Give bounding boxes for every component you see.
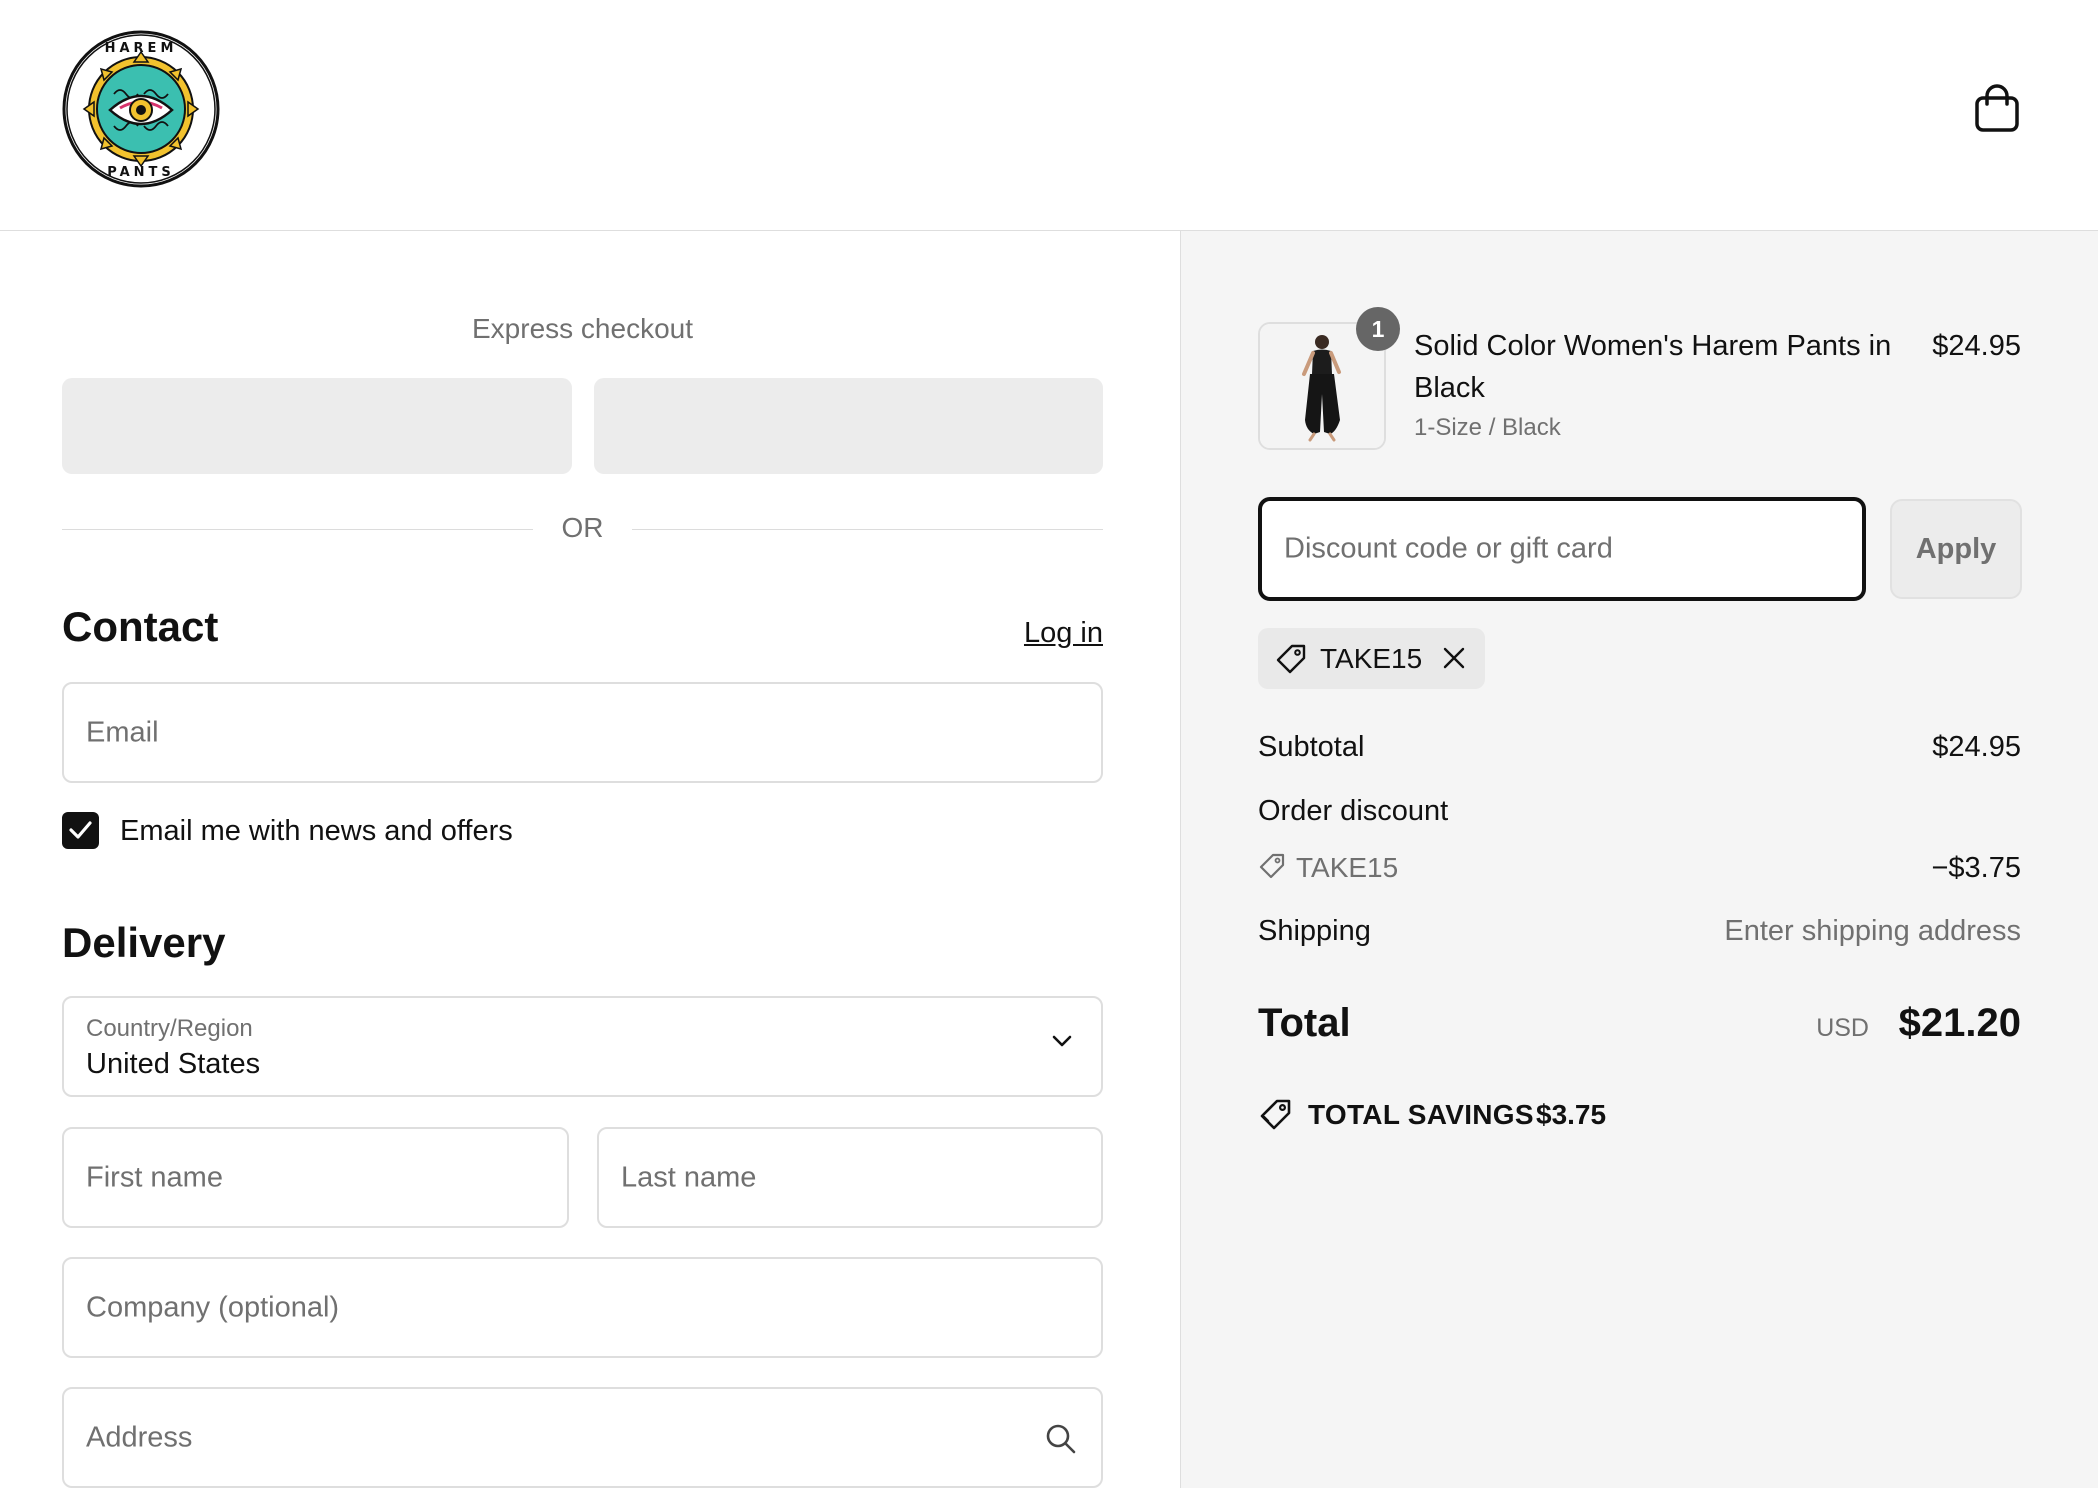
discount-placeholder: Discount code or gift card [1284,532,1613,565]
chevron-down-icon [1052,1035,1072,1047]
contact-title: Contact [62,603,219,650]
logo-text-top: HAREM [105,41,178,56]
shopping-bag-icon [1975,84,2019,132]
product-price: $24.95 [1932,330,2021,362]
country-value: United States [86,1048,261,1080]
address-field[interactable]: Address [62,1387,1103,1488]
email-field[interactable]: Email [62,682,1103,783]
discount-code-label: TAKE15 [1296,852,1399,883]
or-divider-text: OR [561,512,604,543]
order-summary: 1 Solid Color Women's Harem Pants in Bla… [1180,231,2098,1488]
search-icon [1046,1424,1076,1454]
savings-tag-icon [1260,1099,1291,1130]
checkout-form: Express checkout OR Contact Log in Email… [0,231,1180,1488]
tag-icon [1259,853,1285,879]
subtotal-value: $24.95 [1932,731,2021,763]
discount-value: −$3.75 [1931,852,2021,884]
address-placeholder: Address [86,1421,193,1453]
company-placeholder: Company (optional) [86,1291,340,1323]
harem-pants-logo-icon: HAREM PANTS [62,30,220,188]
newsletter-checkbox[interactable] [62,812,99,849]
order-discount-label: Order discount [1258,795,1449,827]
total-currency: USD [1816,1014,1869,1042]
last-name-placeholder: Last name [621,1161,757,1193]
country-label: Country/Region [86,1015,253,1042]
checkout-page: HAREM PANTS Express checkout OR Contact … [0,0,2098,1488]
express-checkout-title: Express checkout [472,313,693,344]
product-name: Solid Color Women's Harem Pants in Black [1414,330,1892,404]
logo-text-bottom: PANTS [107,165,175,180]
close-icon[interactable] [1440,644,1468,672]
last-name-field[interactable]: Last name [597,1127,1103,1228]
total-savings-value: $3.75 [1536,1099,1607,1130]
applied-code-text: TAKE15 [1320,643,1423,674]
total-value: $21.20 [1898,1001,2021,1045]
email-placeholder: Email [86,716,159,748]
express-pay-button-2[interactable] [594,378,1103,474]
subtotal-label: Subtotal [1258,731,1365,763]
discount-code-input[interactable]: Discount code or gift card [1258,497,1866,601]
express-pay-button-1[interactable] [62,378,572,474]
total-label: Total [1258,1001,1351,1045]
quantity-badge: 1 [1356,307,1400,351]
applied-discount-chip: TAKE15 [1258,628,1485,689]
delivery-title: Delivery [62,919,226,966]
header: HAREM PANTS [0,0,2098,231]
store-logo[interactable]: HAREM PANTS [62,30,220,188]
login-link[interactable]: Log in [1024,617,1103,650]
country-select[interactable]: Country/Region United States [62,996,1103,1097]
tag-icon [1276,644,1306,674]
cart-button[interactable] [1972,82,2022,134]
checkmark-icon [69,821,92,839]
product-variant: 1-Size / Black [1414,414,1561,441]
shipping-label: Shipping [1258,915,1371,947]
newsletter-label: Email me with news and offers [120,815,513,847]
first-name-field[interactable]: First name [62,1127,569,1228]
first-name-placeholder: First name [86,1161,223,1193]
divider-left [62,529,533,530]
shipping-value: Enter shipping address [1724,915,2021,947]
apply-button[interactable]: Apply [1890,499,2022,599]
divider-right [632,529,1103,530]
company-field[interactable]: Company (optional) [62,1257,1103,1358]
total-savings-label: TOTAL SAVINGS [1308,1099,1534,1130]
